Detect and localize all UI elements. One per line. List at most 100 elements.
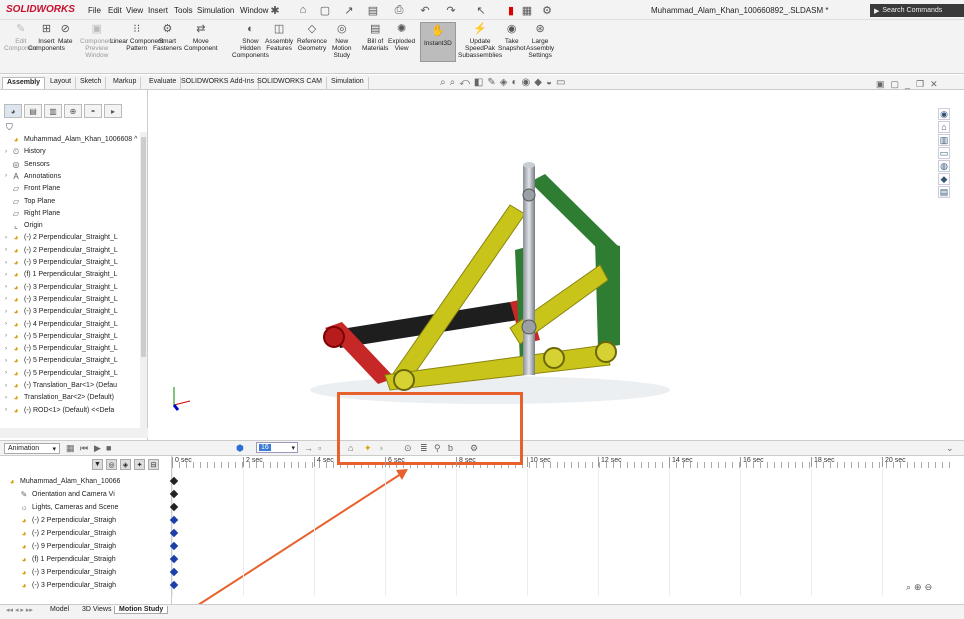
expand-arrow-icon[interactable]: ›	[2, 247, 10, 253]
zoom-to-fit-icon[interactable]: ⌕	[440, 77, 446, 88]
file-properties-icon[interactable]: ▦	[520, 3, 534, 17]
tree-item[interactable]: › ◕ (-) 9 Perpendicular_Straight_L	[2, 257, 118, 268]
menu-file[interactable]: File	[88, 6, 101, 15]
ribbon-button-instant3d[interactable]: ✋ Instant3D	[420, 22, 456, 62]
pin-icon[interactable]: ✱	[268, 3, 282, 17]
motion-tree-item[interactable]: ◕ (-) 3 Perpendicular_Straigh	[18, 579, 116, 591]
stop-icon[interactable]: ■	[106, 443, 111, 453]
tree-horizontal-scrollbar[interactable]	[0, 428, 148, 438]
solidworks-logo[interactable]: SOLIDWORKS	[6, 4, 75, 15]
view-orientation-icon[interactable]: ◈	[500, 77, 508, 88]
tab-3d-views[interactable]: 3D Views	[78, 606, 115, 613]
expand-arrow-icon[interactable]: ›	[2, 407, 10, 413]
rebuild-icon[interactable]: ▮	[504, 3, 518, 17]
motion-tree-item[interactable]: ◕ (-) 2 Perpendicular_Straigh	[18, 514, 116, 526]
open-icon[interactable]: ↗	[342, 3, 356, 17]
tree-item[interactable]: ◎ Sensors	[2, 159, 50, 170]
expand-arrow-icon[interactable]: ›	[2, 383, 10, 389]
dimxpert-tab-icon[interactable]: ⊕	[64, 104, 82, 118]
expand-arrow-icon[interactable]: ›	[2, 358, 10, 364]
tree-item[interactable]: › ◕ (-) 3 Perpendicular_Straight_L	[2, 282, 118, 293]
save-icon[interactable]: ▤	[366, 3, 380, 17]
close-icon[interactable]: ✕	[930, 79, 938, 90]
apply-scene-icon[interactable]: ◒	[546, 77, 552, 88]
ribbon-button-large-assembly[interactable]: ⊛ Large Assembly Settings	[526, 22, 554, 59]
motion-tree-item[interactable]: ◕ Muhammad_Alam_Khan_10066	[6, 475, 121, 487]
tree-item[interactable]: › ◕ Translation_Bar<2> (Default)	[2, 392, 114, 403]
dynamic-annotation-icon[interactable]: ✎	[487, 77, 495, 88]
tree-item[interactable]: › ◕ (-) ROD<1> (Default) <<Defa	[2, 405, 114, 416]
maximize-icon[interactable]: ❐	[916, 79, 924, 90]
save-animation-icon[interactable]: →	[304, 443, 313, 453]
tree-item[interactable]: › ◕ (-) 5 Perpendicular_Straight_L	[2, 331, 118, 342]
menu-simulation[interactable]: Simulation	[197, 6, 234, 15]
new-document-icon[interactable]: ▢	[318, 3, 332, 17]
tab-simulation[interactable]: Simulation	[327, 77, 369, 89]
print-icon[interactable]: ⎙	[392, 3, 406, 17]
home-icon[interactable]: ⌂	[296, 3, 310, 17]
tile-icon[interactable]: ▣	[876, 79, 885, 90]
tab-solidworks-add-ins[interactable]: SOLIDWORKS Add-Ins	[177, 77, 260, 89]
ribbon-button-preview-window[interactable]: ▣ Component Preview Window	[80, 22, 114, 59]
expand-arrow-icon[interactable]: ›	[2, 284, 10, 290]
tree-item[interactable]: › ◕ (-) 2 Perpendicular_Straight_L	[2, 232, 118, 243]
tree-root[interactable]: ◕ Muhammad_Alam_Khan_1006608 ^	[2, 134, 138, 145]
motion-tree-item[interactable]: ◕ (-) 9 Perpendicular_Straigh	[18, 540, 116, 552]
expand-arrow-icon[interactable]: ›	[2, 272, 10, 278]
menu-insert[interactable]: Insert	[148, 6, 168, 15]
design-library-icon[interactable]: ⌂	[938, 121, 950, 133]
filter-icon[interactable]: ⛉	[6, 122, 13, 133]
tree-scroll-thumb[interactable]	[141, 137, 146, 357]
motion-tree-item[interactable]: ✎ Orientation and Camera Vi	[18, 488, 115, 500]
view-settings-icon[interactable]: ▭	[556, 77, 565, 88]
expand-arrow-icon[interactable]: ›	[2, 395, 10, 401]
tab-scroll-icons[interactable]: ◂◂ ◂ ▸ ▸▸	[2, 606, 37, 614]
ribbon-button-reference-geometry[interactable]: ◇ Reference Geometry	[297, 22, 327, 52]
select-icon[interactable]: ↖	[474, 3, 488, 17]
zoom-area-icon[interactable]: ⌕	[450, 77, 456, 88]
minimize-icon[interactable]: _	[905, 79, 910, 90]
tab-model[interactable]: Model	[46, 606, 73, 613]
ribbon-button-exploded-view[interactable]: ✺ Exploded View	[388, 22, 415, 52]
filter-animated-icon[interactable]: ▼	[92, 459, 103, 470]
play-from-start-icon[interactable]: ⏮	[80, 443, 88, 454]
more-tabs-icon[interactable]: ▸	[104, 104, 122, 118]
menu-tools[interactable]: Tools	[174, 6, 193, 15]
zoom-to-fit-icon[interactable]: ⌕	[906, 582, 911, 593]
tree-item[interactable]: ▱ Top Plane	[2, 196, 55, 207]
tab-sketch[interactable]: Sketch	[76, 77, 107, 89]
vertical-rod[interactable]	[521, 162, 537, 375]
file-explorer-icon[interactable]: ▥	[938, 134, 950, 146]
motion-tree-item[interactable]: ◕ (-) 2 Perpendicular_Straigh	[18, 527, 116, 539]
options-icon[interactable]: ⚙	[540, 3, 554, 17]
tree-item[interactable]: › ◕ (-) 3 Perpendicular_Straight_L	[2, 294, 118, 305]
tab-solidworks-cam[interactable]: SOLIDWORKS CAM	[253, 77, 327, 89]
tab-evaluate[interactable]: Evaluate	[145, 77, 182, 89]
filter-results-icon[interactable]: ✦	[134, 459, 145, 470]
display-style-icon[interactable]: ◐	[511, 77, 517, 88]
ribbon-button-show-hidden[interactable]: ◐ Show Hidden Components	[232, 22, 269, 59]
ribbon-button-bom[interactable]: ▤ Bill of Materials	[362, 22, 388, 52]
tree-item[interactable]: › ◕ (-) 2 Perpendicular_Straight_L	[2, 245, 118, 256]
ribbon-button-assembly-features[interactable]: ◫ Assembly Features	[265, 22, 293, 52]
tree-item[interactable]: ▱ Right Plane	[2, 208, 60, 219]
calculate-icon[interactable]: ▦	[66, 443, 75, 454]
collapse-icon[interactable]: ⌄	[946, 443, 954, 454]
ribbon-button-speedpak[interactable]: ⚡ Update SpeedPak Subassemblies	[458, 22, 502, 59]
study-type-select[interactable]: Animation ▾	[4, 443, 60, 454]
playback-speed-icon[interactable]: ⬢	[236, 443, 244, 454]
configuration-manager-tab-icon[interactable]: ▥	[44, 104, 62, 118]
filter-driving-icon[interactable]: ◎	[106, 459, 117, 470]
appearances-icon[interactable]: ◍	[938, 160, 950, 172]
tree-scrollbar[interactable]	[140, 132, 147, 428]
expand-arrow-icon[interactable]: ›	[2, 333, 10, 339]
previous-view-icon[interactable]: ⤺	[459, 77, 470, 88]
ribbon-button-smart-fasteners[interactable]: ⚙ Smart Fasteners	[153, 22, 182, 52]
ribbon-button-snapshot[interactable]: ◉ Take Snapshot	[498, 22, 525, 52]
hide-show-items-icon[interactable]: ◉	[522, 77, 531, 88]
property-manager-tab-icon[interactable]: ▤	[24, 104, 42, 118]
animation-wizard-icon[interactable]: ▫	[318, 443, 321, 453]
tree-item[interactable]: › ⏲ History	[2, 146, 46, 157]
menu-window[interactable]: Window	[240, 6, 268, 15]
tree-item[interactable]: › ◕ (f) 1 Perpendicular_Straight_L	[2, 269, 117, 280]
